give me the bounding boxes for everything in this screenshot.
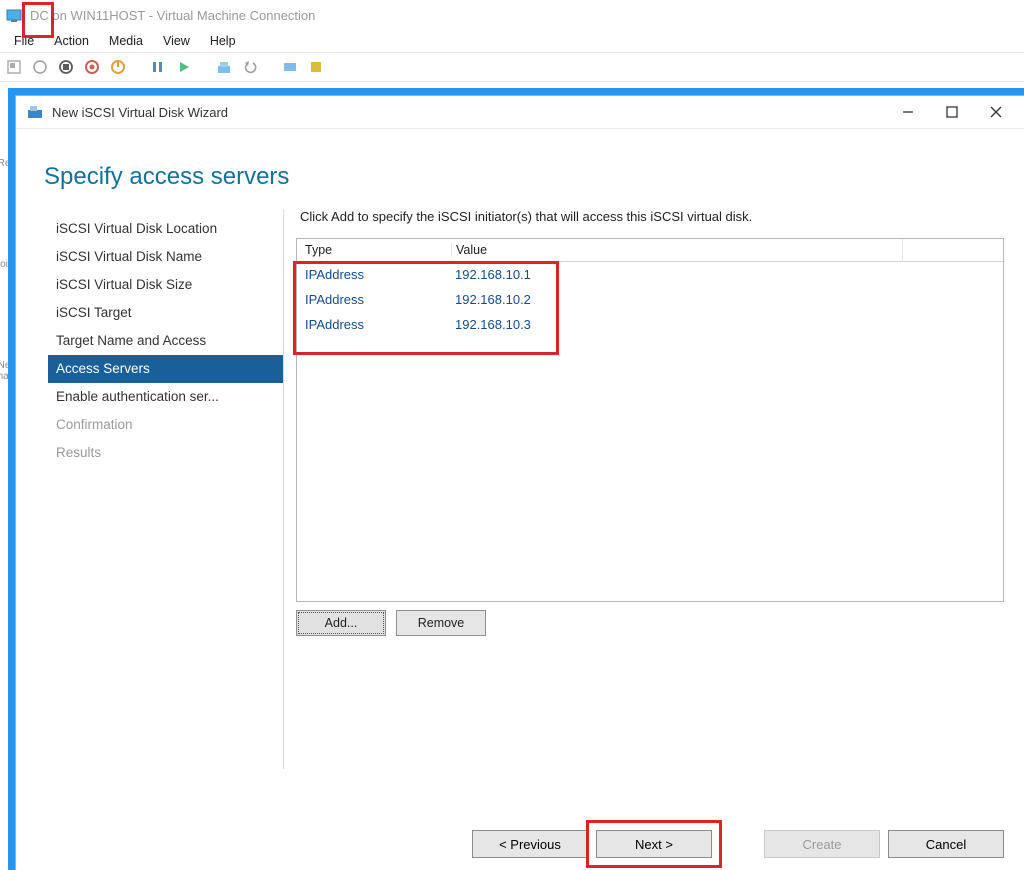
enhanced-icon[interactable]: [280, 57, 300, 77]
start-icon[interactable]: [30, 57, 50, 77]
reset-icon[interactable]: [174, 57, 194, 77]
vm-client-area: New iSCSI Virtual Disk Wizard Specify ac…: [8, 88, 1024, 870]
add-button[interactable]: Add...: [296, 610, 386, 636]
hyperv-icon: [6, 7, 22, 23]
revert-icon[interactable]: [240, 57, 260, 77]
table-row[interactable]: IPAddress 192.168.10.2: [297, 287, 1003, 312]
maximize-button[interactable]: [930, 96, 974, 128]
wizard-window: New iSCSI Virtual Disk Wizard Specify ac…: [16, 96, 1024, 870]
table-row[interactable]: IPAddress 192.168.10.3: [297, 312, 1003, 337]
nav-step-confirm: Confirmation: [48, 411, 283, 439]
save-icon[interactable]: [108, 57, 128, 77]
desktop-left-strip: ReoiNeha: [0, 88, 8, 870]
table-row[interactable]: IPAddress 192.168.10.1: [297, 262, 1003, 287]
server-manager-icon: [26, 103, 44, 121]
menu-view[interactable]: View: [153, 34, 200, 48]
shutdown-icon[interactable]: [82, 57, 102, 77]
annotation-box-titlebar: [22, 2, 54, 38]
next-button[interactable]: Next >: [596, 830, 712, 858]
nav-step-auth[interactable]: Enable authentication ser...: [48, 383, 283, 411]
vm-toolbar: [0, 52, 1024, 82]
nav-step-location[interactable]: iSCSI Virtual Disk Location: [48, 215, 283, 243]
wizard-window-title: New iSCSI Virtual Disk Wizard: [52, 105, 228, 120]
col-header-value[interactable]: Value: [452, 243, 1003, 257]
share-icon[interactable]: [306, 57, 326, 77]
create-button: Create: [764, 830, 880, 858]
wizard-heading: Specify access servers: [16, 129, 1024, 209]
wizard-title-bar: New iSCSI Virtual Disk Wizard: [16, 96, 1024, 129]
nav-step-results: Results: [48, 439, 283, 467]
nav-step-size[interactable]: iSCSI Virtual Disk Size: [48, 271, 283, 299]
nav-step-access[interactable]: Access Servers: [48, 355, 283, 383]
previous-button[interactable]: < Previous: [472, 830, 588, 858]
close-button[interactable]: [974, 96, 1018, 128]
wizard-footer: < Previous Next > Create Cancel: [472, 830, 1004, 858]
checkpoint-icon[interactable]: [214, 57, 234, 77]
nav-step-name[interactable]: iSCSI Virtual Disk Name: [48, 243, 283, 271]
cancel-button[interactable]: Cancel: [888, 830, 1004, 858]
initiators-table[interactable]: Type Value IPAddress 192.168.10.1 IPAddr…: [296, 238, 1004, 602]
remove-button[interactable]: Remove: [396, 610, 486, 636]
nav-step-target[interactable]: iSCSI Target: [48, 299, 283, 327]
ctrl-alt-del-icon[interactable]: [4, 57, 24, 77]
pause-icon[interactable]: [148, 57, 168, 77]
menu-help[interactable]: Help: [200, 34, 246, 48]
wizard-step-nav: iSCSI Virtual Disk Location iSCSI Virtua…: [16, 209, 283, 799]
vm-title-bar: DC on WIN11HOST - Virtual Machine Connec…: [0, 0, 1024, 30]
menu-media[interactable]: Media: [99, 34, 153, 48]
nav-step-targetname[interactable]: Target Name and Access: [48, 327, 283, 355]
turnoff-icon[interactable]: [56, 57, 76, 77]
vm-menu-bar[interactable]: File Action Media View Help: [0, 30, 1024, 52]
table-header: Type Value: [297, 239, 1003, 262]
vm-window-title: DC on WIN11HOST - Virtual Machine Connec…: [30, 8, 315, 23]
minimize-button[interactable]: [886, 96, 930, 128]
col-header-type[interactable]: Type: [297, 243, 452, 257]
wizard-instruction: Click Add to specify the iSCSI initiator…: [300, 209, 1004, 224]
